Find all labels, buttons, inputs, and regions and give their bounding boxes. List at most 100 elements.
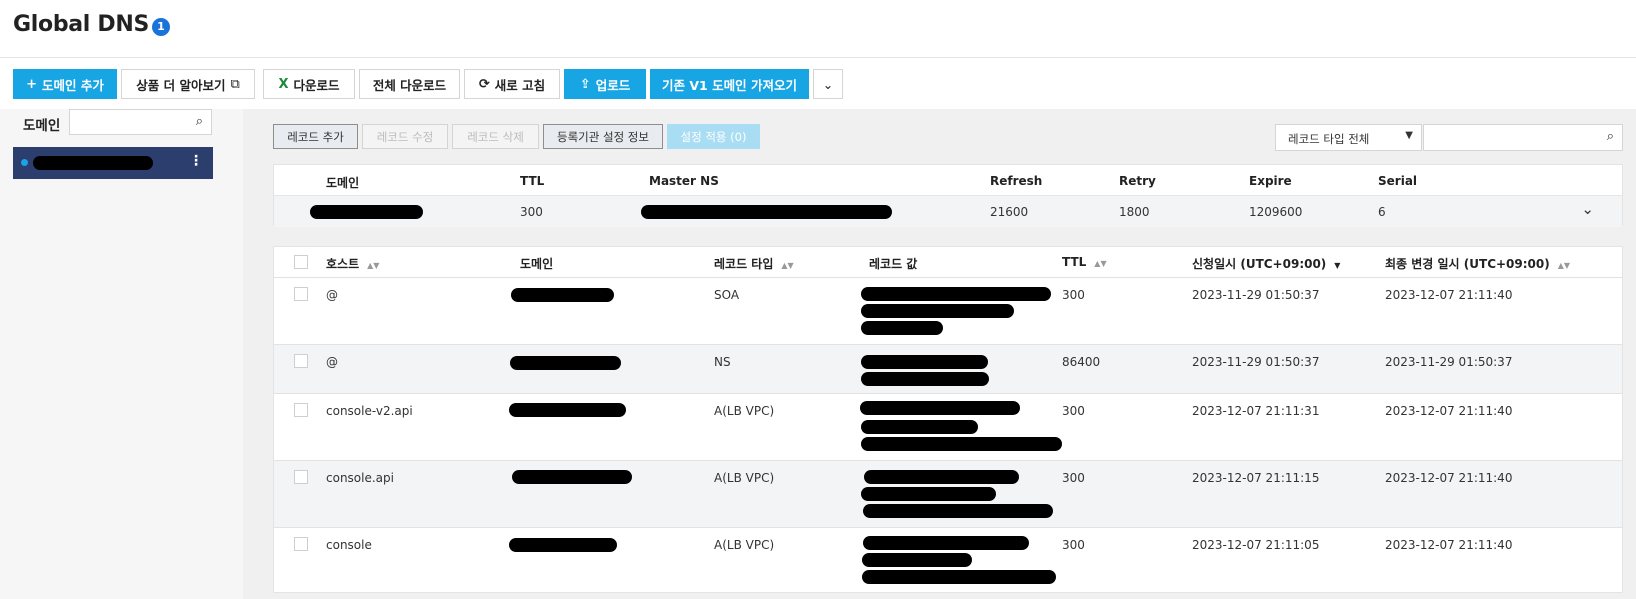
cell-requested-at: 2023-12-07 21:11:31 (1192, 404, 1320, 418)
cell-record-type: A(LB VPC) (714, 404, 775, 418)
redacted-domain (511, 288, 614, 302)
table-row[interactable]: @ NS 86400 2023-11-29 01:50:37 2023-11-2… (274, 345, 1622, 394)
redacted-value (861, 487, 996, 501)
zone-header-row: 도메인 TTL Master NS Refresh Retry Expire S… (274, 165, 1622, 196)
page-title: Global DNS (13, 12, 150, 37)
header-record-value: 레코드 값 (869, 257, 918, 271)
cell-requested-at: 2023-11-29 01:50:37 (1192, 288, 1320, 302)
zone-row[interactable]: 300 21600 1800 1209600 6 ⌄ (274, 196, 1622, 227)
more-options-dropdown[interactable]: ⌄ (813, 69, 843, 99)
zone-header-serial: Serial (1378, 174, 1418, 188)
zone-ttl: 300 (520, 205, 543, 219)
search-icon[interactable]: ⌕ (1607, 129, 1614, 144)
redacted-value (861, 437, 1062, 451)
cell-record-type: NS (714, 355, 731, 369)
header-domain: 도메인 (520, 257, 554, 271)
sidebar-item-domain[interactable]: ⋮ (13, 147, 213, 179)
caret-down-icon: ▼ (1405, 130, 1413, 141)
table-row[interactable]: @ SOA 300 2023-11-29 01:50:37 2023-12-07… (274, 278, 1622, 345)
cell-modified-at: 2023-11-29 01:50:37 (1385, 355, 1513, 369)
sort-desc-icon: ▼ (1334, 261, 1341, 270)
chevron-down-icon: ⌄ (822, 76, 834, 92)
redacted-value (861, 304, 1014, 318)
cell-ttl: 300 (1062, 471, 1085, 485)
main-content: 레코드 추가 레코드 수정 레코드 삭제 등록기관 설정 정보 설정 적용 (0… (243, 109, 1636, 599)
delete-record-button[interactable]: 레코드 삭제 (452, 124, 539, 149)
table-row[interactable]: console-v2.api A(LB VPC) 300 2023-12-07 … (274, 394, 1622, 461)
cell-requested-at: 2023-12-07 21:11:05 (1192, 538, 1320, 552)
zone-retry: 1800 (1119, 205, 1150, 219)
redacted-value (861, 372, 989, 386)
learn-more-button[interactable]: 상품 더 알아보기 ⧉ (121, 69, 255, 99)
record-actions: 레코드 추가 레코드 수정 레코드 삭제 등록기관 설정 정보 설정 적용 (0… (273, 124, 760, 149)
redacted-domain (512, 470, 632, 484)
row-checkbox[interactable] (294, 403, 308, 417)
cell-host: console-v2.api (326, 404, 413, 418)
main-toolbar: + 도메인 추가 상품 더 알아보기 ⧉ X 다운로드 전체 다운로드 ⟳ 새로… (13, 69, 843, 99)
redacted-value (860, 401, 1020, 415)
cell-requested-at: 2023-11-29 01:50:37 (1192, 355, 1320, 369)
zone-header-refresh: Refresh (990, 174, 1043, 188)
registrar-info-button[interactable]: 등록기관 설정 정보 (543, 124, 663, 149)
cell-record-type: A(LB VPC) (714, 471, 775, 485)
download-all-button[interactable]: 전체 다운로드 (359, 69, 460, 99)
row-checkbox[interactable] (294, 470, 308, 484)
row-checkbox[interactable] (294, 537, 308, 551)
table-row[interactable]: console A(LB VPC) 300 2023-12-07 21:11:0… (274, 528, 1622, 594)
cell-modified-at: 2023-12-07 21:11:40 (1385, 404, 1513, 418)
record-search-input[interactable]: ⌕ (1423, 124, 1623, 151)
sort-icon: ▲▼ (367, 261, 380, 270)
import-v1-domain-button[interactable]: 기존 V1 도메인 가져오기 (650, 69, 809, 99)
select-all-checkbox[interactable] (294, 255, 308, 269)
excel-icon: X (278, 76, 289, 92)
cell-host: console.api (326, 471, 394, 485)
chevron-down-icon[interactable]: ⌄ (1581, 200, 1594, 218)
redacted-domain (310, 205, 423, 219)
cell-modified-at: 2023-12-07 21:11:40 (1385, 288, 1513, 302)
search-icon[interactable]: ⌕ (196, 114, 203, 129)
more-vertical-icon[interactable]: ⋮ (189, 153, 203, 169)
header-host[interactable]: 호스트 ▲▼ (326, 255, 379, 272)
redacted-value (864, 470, 1019, 484)
cell-ttl: 300 (1062, 404, 1085, 418)
edit-record-button[interactable]: 레코드 수정 (362, 124, 448, 149)
record-type-select[interactable]: 레코드 타입 전체 ▼ (1275, 124, 1422, 151)
table-row[interactable]: console.api A(LB VPC) 300 2023-12-07 21:… (274, 461, 1622, 528)
external-link-icon: ⧉ (230, 76, 240, 92)
header-modified-at[interactable]: 최종 변경 일시 (UTC+09:00) ▲▼ (1385, 255, 1570, 272)
zone-header-ttl: TTL (520, 174, 545, 188)
redacted-domain-name (33, 156, 153, 170)
sidebar-label: 도메인 (23, 118, 61, 134)
zone-table: 도메인 TTL Master NS Refresh Retry Expire S… (273, 164, 1623, 227)
cell-requested-at: 2023-12-07 21:11:15 (1192, 471, 1320, 485)
cell-record-type: A(LB VPC) (714, 538, 775, 552)
redacted-master-ns (641, 205, 892, 219)
upload-button[interactable]: ⇪ 업로드 (564, 69, 646, 99)
page-header: Global DNS 1 (0, 0, 1636, 58)
redacted-domain (509, 538, 617, 552)
domain-search-input[interactable]: ⌕ (69, 109, 212, 135)
records-table: 호스트 ▲▼ 도메인 레코드 타입 ▲▼ 레코드 값 TTL ▲▼ 신청일시 (UTC… (273, 246, 1623, 593)
header-record-type[interactable]: 레코드 타입 ▲▼ (714, 255, 794, 272)
download-button[interactable]: X 다운로드 (263, 69, 355, 99)
sort-icon: ▲▼ (781, 261, 794, 270)
header-ttl[interactable]: TTL ▲▼ (1062, 255, 1107, 269)
redacted-value (863, 504, 1053, 518)
cell-ttl: 300 (1062, 538, 1085, 552)
redacted-domain (509, 403, 626, 417)
zone-expire: 1209600 (1249, 205, 1303, 219)
redacted-value (863, 536, 1029, 550)
refresh-button[interactable]: ⟳ 새로 고침 (464, 69, 560, 99)
apply-settings-button[interactable]: 설정 적용 (0) (667, 124, 760, 149)
header-requested-at[interactable]: 신청일시 (UTC+09:00) ▼ (1192, 255, 1340, 272)
records-header-row: 호스트 ▲▼ 도메인 레코드 타입 ▲▼ 레코드 값 TTL ▲▼ 신청일시 (UTC… (274, 247, 1622, 278)
zone-header-domain: 도메인 (326, 176, 360, 190)
add-domain-button[interactable]: + 도메인 추가 (13, 69, 117, 99)
redacted-value (862, 570, 1056, 584)
status-dot (21, 159, 28, 166)
row-checkbox[interactable] (294, 287, 308, 301)
redacted-value (861, 287, 1051, 301)
row-checkbox[interactable] (294, 354, 308, 368)
add-record-button[interactable]: 레코드 추가 (273, 124, 358, 149)
cell-host: console (326, 538, 372, 552)
